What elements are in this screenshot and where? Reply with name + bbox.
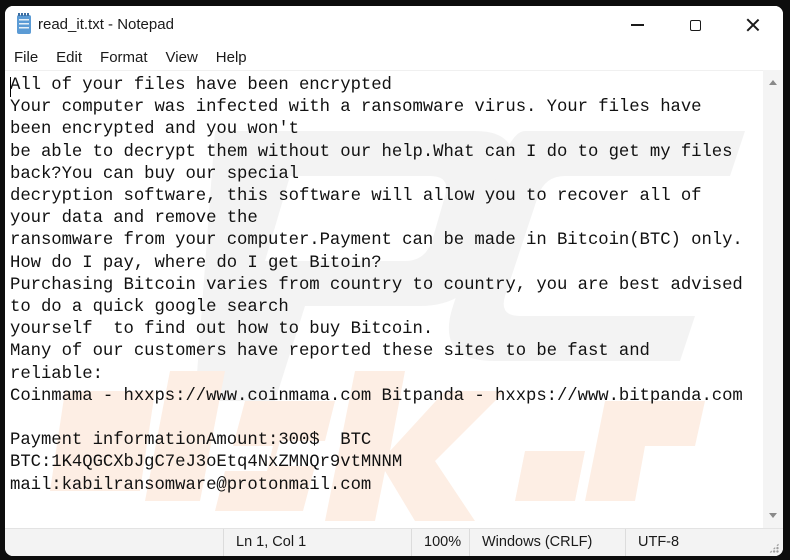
minimize-button[interactable]	[608, 6, 666, 44]
title-bar[interactable]: read_it.txt - Notepad	[5, 6, 783, 44]
line: mail:kabilransomware@protonmail.com	[10, 475, 372, 495]
close-button[interactable]	[724, 6, 782, 44]
scroll-down-arrow-icon[interactable]	[769, 513, 777, 518]
line: reliable:	[10, 364, 103, 384]
menu-view[interactable]: View	[157, 49, 207, 66]
line: been encrypted and you won't	[10, 120, 299, 140]
line: decryption software, this software will …	[10, 187, 702, 207]
notepad-window: read_it.txt - Notepad File Edit Format V…	[5, 6, 783, 556]
line: Your computer was infected with a ransom…	[10, 98, 702, 118]
line: Coinmama - hxxps://www.coinmama.com Bitp…	[10, 386, 743, 406]
line: back?You can buy our special	[10, 164, 299, 184]
line: ransomware from your computer.Payment ca…	[10, 231, 743, 251]
line-ending: Windows (CRLF)	[469, 529, 625, 556]
vertical-scrollbar[interactable]	[763, 70, 783, 528]
window-title: read_it.txt - Notepad	[38, 16, 174, 33]
document-text[interactable]: All of your files have been encrypted Yo…	[10, 75, 743, 497]
maximize-button[interactable]	[666, 6, 724, 44]
menu-help[interactable]: Help	[207, 49, 256, 66]
resize-grip-icon[interactable]	[769, 543, 779, 553]
menu-edit[interactable]: Edit	[47, 49, 91, 66]
line: to do a quick google search	[10, 298, 289, 318]
minimize-icon	[630, 24, 644, 26]
status-bar: Ln 1, Col 1 100% Windows (CRLF) UTF-8	[5, 528, 783, 556]
notepad-icon	[17, 13, 31, 34]
maximize-icon	[689, 19, 701, 31]
scroll-up-arrow-icon[interactable]	[769, 80, 777, 85]
line: be able to decrypt them without our help…	[10, 142, 733, 162]
line: Many of our customers have reported thes…	[10, 342, 650, 362]
cursor-position: Ln 1, Col 1	[223, 529, 411, 556]
menu-format[interactable]: Format	[91, 49, 157, 66]
menu-bar: File Edit Format View Help	[5, 44, 783, 70]
line: How do I pay, where do I get Bitoin?	[10, 253, 382, 273]
text-editor[interactable]: All of your files have been encrypted Yo…	[5, 70, 763, 529]
encoding: UTF-8	[625, 529, 755, 556]
line: yourself to find out how to buy Bitcoin.	[10, 320, 434, 340]
line: your data and remove the	[10, 209, 258, 229]
menu-file[interactable]: File	[5, 49, 47, 66]
line: BTC:1K4QGCXbJgC7eJ3oEtq4NxZMNQr9vtMNNM	[10, 453, 403, 473]
zoom-level: 100%	[411, 529, 469, 556]
close-icon	[746, 18, 760, 32]
line: Payment informationAmount:300$ BTC	[10, 431, 372, 451]
line: All of your files have been encrypted	[10, 76, 392, 95]
line: Purchasing Bitcoin varies from country t…	[10, 275, 743, 295]
